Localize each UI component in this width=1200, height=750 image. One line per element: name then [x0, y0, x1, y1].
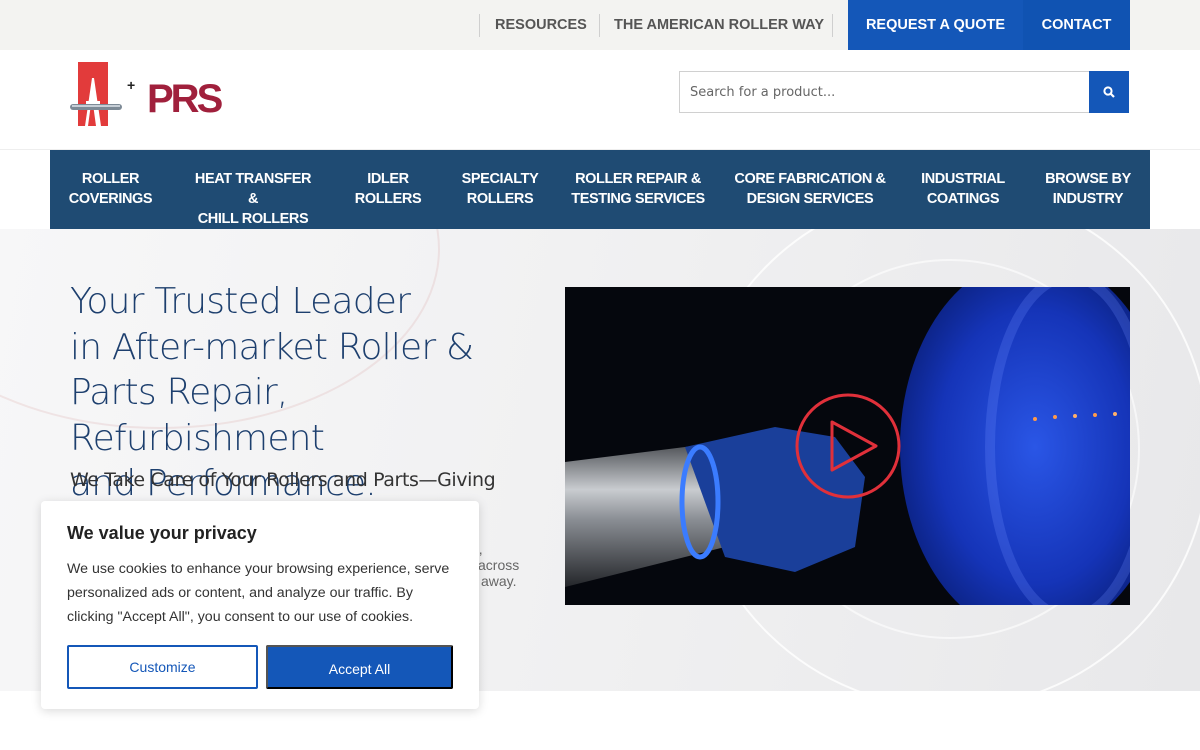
- nav-roller-coverings[interactable]: ROLLER COVERINGS: [68, 169, 153, 209]
- nav-label: INDUSTRIAL COATINGS: [921, 171, 1005, 207]
- request-quote-button[interactable]: REQUEST A QUOTE: [848, 0, 1023, 50]
- nav-label: BROWSE BY INDUSTRY: [1045, 171, 1131, 207]
- nav-industrial-coatings[interactable]: INDUSTRIAL COATINGS: [916, 169, 1010, 209]
- hero-body-line: away.: [481, 573, 517, 589]
- nav-specialty-rollers[interactable]: SPECIALTY ROLLERS: [458, 169, 542, 209]
- nav-label: HEAT TRANSFER & CHILL ROLLERS: [194, 171, 312, 227]
- nav-browse-by-industry[interactable]: BROWSE BY INDUSTRY: [1042, 169, 1134, 209]
- cookie-text: We use cookies to enhance your browsing …: [67, 561, 450, 625]
- nav-label: ROLLER REPAIR & TESTING SERVICES: [571, 171, 705, 207]
- site-logo[interactable]: + PRS: [70, 60, 230, 130]
- resources-link[interactable]: RESOURCES: [495, 0, 587, 50]
- logo-icon: + PRS: [70, 62, 226, 126]
- play-icon[interactable]: [794, 392, 902, 500]
- main-nav: ROLLER COVERINGS HEAT TRANSFER & CHILL R…: [50, 150, 1150, 229]
- divider: [832, 14, 833, 37]
- divider: [479, 14, 480, 37]
- contact-button[interactable]: CONTACT: [1023, 0, 1130, 50]
- video-player[interactable]: [565, 287, 1130, 605]
- divider: [599, 14, 600, 37]
- nav-roller-repair[interactable]: ROLLER REPAIR & TESTING SERVICES: [570, 169, 706, 209]
- nav-label: IDLER ROLLERS: [354, 171, 422, 207]
- nav-label: SPECIALTY ROLLERS: [461, 171, 539, 207]
- nav-label: CORE FABRICATION & DESIGN SERVICES: [734, 171, 886, 207]
- cookie-title: We value your privacy: [67, 523, 257, 543]
- svg-text:PRS: PRS: [147, 77, 223, 121]
- nav-idler-rollers[interactable]: IDLER ROLLERS: [348, 169, 428, 209]
- american-roller-way-link[interactable]: THE AMERICAN ROLLER WAY: [614, 0, 824, 50]
- search-input[interactable]: [679, 71, 1090, 113]
- accept-all-button[interactable]: Accept All: [266, 645, 453, 689]
- hero-subtitle: We Take Care of Your Rollers and Parts—G…: [70, 469, 496, 491]
- nav-heat-transfer[interactable]: HEAT TRANSFER & CHILL ROLLERS: [190, 169, 316, 229]
- nav-label: ROLLER COVERINGS: [68, 171, 153, 207]
- nav-core-fabrication[interactable]: CORE FABRICATION & DESIGN SERVICES: [734, 169, 886, 209]
- search-button[interactable]: [1089, 71, 1129, 113]
- customize-button[interactable]: Customize: [67, 645, 258, 689]
- site-header: + PRS: [0, 50, 1200, 150]
- svg-text:+: +: [127, 77, 135, 93]
- cookie-consent-dialog: We value your privacy We use cookies to …: [41, 501, 479, 709]
- hero-body-line: across: [478, 557, 520, 573]
- utility-bar: RESOURCES THE AMERICAN ROLLER WAY REQUES…: [0, 0, 1200, 50]
- search-icon: [1103, 86, 1115, 98]
